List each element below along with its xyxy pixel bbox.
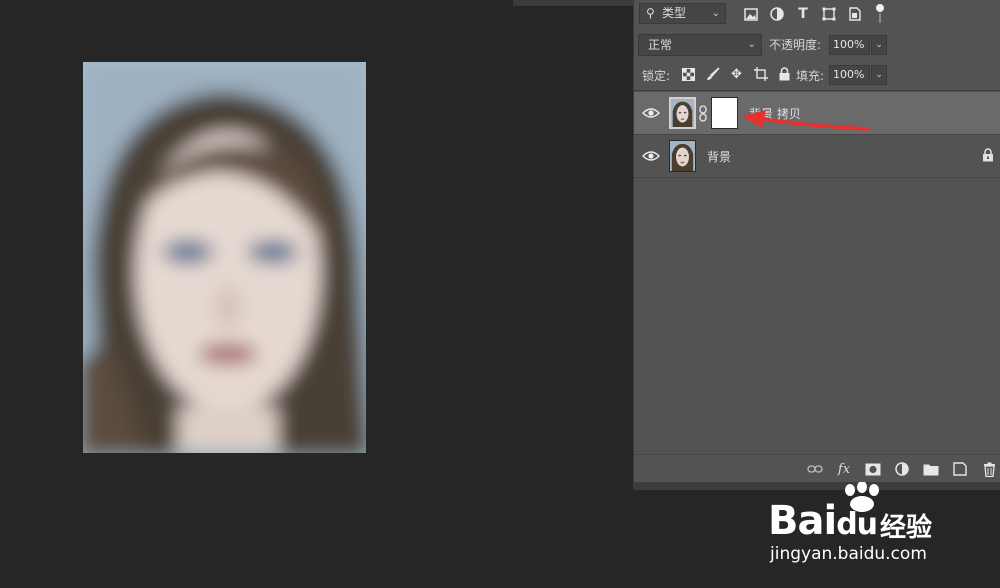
chevron-down-icon: ⌄	[711, 8, 720, 19]
lock-move-icon[interactable]: ✥	[728, 65, 745, 83]
document-canvas[interactable]	[0, 0, 633, 588]
opacity-dropdown[interactable]: ⌄	[871, 35, 887, 55]
filter-type-label: 类型	[662, 6, 687, 20]
document-image	[83, 62, 366, 453]
lock-fill-row: 锁定: ✥ 填充: 100% ⌄	[634, 63, 1000, 87]
fx-icon[interactable]: fx	[834, 460, 854, 478]
mask-link-icon[interactable]	[699, 105, 707, 122]
filter-toggle[interactable]	[876, 2, 884, 24]
link-icon[interactable]	[805, 460, 825, 478]
layer-mask-thumbnail[interactable]	[711, 97, 738, 129]
blend-mode-value: 正常	[648, 38, 673, 52]
mask-icon[interactable]	[863, 460, 883, 478]
watermark-brand-du: du	[836, 507, 878, 542]
fill-label: 填充:	[796, 69, 825, 83]
panel-footer	[634, 482, 1000, 490]
search-icon: ⚲	[646, 6, 655, 20]
shape-filter-icon[interactable]	[820, 5, 838, 23]
smart-object-filter-icon[interactable]	[846, 5, 864, 23]
filter-icons: T	[742, 4, 864, 24]
lock-all-icon[interactable]	[776, 65, 793, 83]
layer-row-background[interactable]: 背景	[634, 135, 1000, 178]
trash-icon[interactable]	[979, 460, 999, 478]
chevron-down-icon: ⌄	[875, 40, 883, 50]
chevron-down-icon: ⌄	[747, 39, 756, 50]
new-layer-icon[interactable]	[950, 460, 970, 478]
layer-row-background-copy[interactable]: 背景 拷贝	[634, 92, 1000, 135]
bottom-icons: fx	[805, 460, 999, 478]
lock-icon	[983, 148, 993, 162]
layer-thumbnail[interactable]	[669, 97, 696, 129]
eye-icon[interactable]	[642, 105, 660, 121]
opacity-label: 不透明度:	[769, 38, 822, 52]
lock-artboard-icon[interactable]	[752, 65, 769, 83]
layers-bottom-toolbar: fx	[634, 454, 1000, 483]
lock-icons: ✥	[680, 65, 793, 83]
watermark-url: jingyan.baidu.com	[770, 544, 927, 564]
opacity-input[interactable]: 100%	[829, 35, 870, 55]
layer-name[interactable]: 背景	[707, 148, 731, 165]
blend-mode-select[interactable]: 正常 ⌄	[638, 34, 762, 56]
filter-type-select[interactable]: ⚲ 类型 ⌄	[639, 3, 726, 24]
layer-name[interactable]: 背景 拷贝	[749, 105, 801, 122]
lock-label: 锁定:	[642, 69, 671, 83]
text-filter-icon[interactable]: T	[794, 5, 812, 23]
canvas-top-edge	[513, 0, 633, 6]
eye-icon[interactable]	[642, 148, 660, 164]
watermark-brand: Baidu	[768, 498, 878, 544]
image-filter-icon[interactable]	[742, 5, 760, 23]
lock-brush-icon[interactable]	[704, 65, 721, 83]
adjustment-filter-icon[interactable]	[768, 5, 786, 23]
blend-opacity-row: 正常 ⌄ 不透明度: 100% ⌄	[634, 32, 1000, 58]
adjustment-icon[interactable]	[892, 460, 912, 478]
lock-transparent-icon[interactable]	[680, 65, 697, 83]
filter-row: ⚲ 类型 ⌄ T	[634, 0, 1000, 28]
baidu-jingyan-watermark: Baidu 经验 jingyan.baidu.com	[768, 482, 1000, 588]
chevron-down-icon: ⌄	[875, 70, 883, 80]
layers-panel: ⚲ 类型 ⌄ T 正常 ⌄ 不透明度: 100% ⌄ 锁定: ✥ 填充: 100…	[633, 0, 1000, 490]
fill-dropdown[interactable]: ⌄	[871, 65, 887, 85]
folder-icon[interactable]	[921, 460, 941, 478]
watermark-cn: 经验	[880, 513, 933, 543]
watermark-brand-bai: Bai	[768, 498, 837, 544]
layer-thumbnail[interactable]	[669, 140, 696, 172]
panel-divider	[634, 90, 1000, 91]
fill-input[interactable]: 100%	[829, 65, 870, 85]
